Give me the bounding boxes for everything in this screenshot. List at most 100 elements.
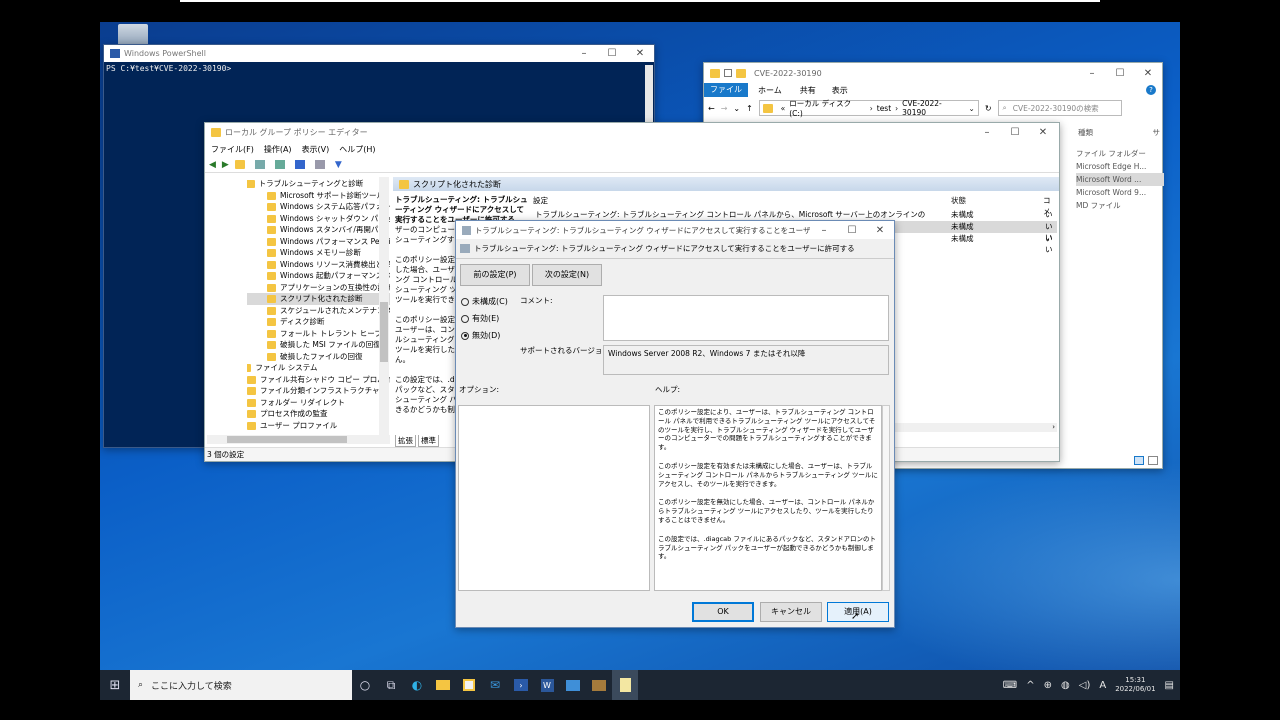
explorer-titlebar[interactable]: CVE-2022-30190 – ☐ ✕ xyxy=(704,63,1162,83)
tree-item[interactable]: ファイル共有シャドウ コピー プロバイダ xyxy=(247,374,390,386)
menu-help[interactable]: ヘルプ(H) xyxy=(339,144,375,155)
notification-icon[interactable]: ▤ xyxy=(1165,680,1174,691)
notepad-icon[interactable] xyxy=(612,670,638,700)
gpedit-titlebar[interactable]: ローカル グループ ポリシー エディター – ☐ ✕ xyxy=(205,123,1059,141)
powershell-icon[interactable]: › xyxy=(508,670,534,700)
close-icon[interactable]: ✕ xyxy=(1029,127,1057,138)
address-segment-test[interactable]: test xyxy=(877,104,891,113)
policy-dialog[interactable]: トラブルシューティング: トラブルシューティング ウィザードにアクセスして実行す… xyxy=(455,220,895,628)
new-folder-icon[interactable] xyxy=(736,68,746,78)
up-icon[interactable]: ↑ xyxy=(746,104,753,113)
tree-hscrollbar[interactable] xyxy=(207,435,390,444)
address-bar[interactable]: « ローカル ディスク (C:) › test › CVE-2022-30190… xyxy=(758,98,979,118)
back-icon[interactable]: ← xyxy=(708,104,715,113)
recent-icon[interactable]: ⌄ xyxy=(733,104,740,113)
radio-enabled[interactable]: 有効(E) xyxy=(461,310,508,327)
tree-item[interactable]: Windows メモリー診断 xyxy=(247,247,390,259)
chevron-down-icon[interactable]: ⌄ xyxy=(969,104,975,113)
col-header-type[interactable]: 種類 xyxy=(1078,127,1093,141)
policy-tree[interactable]: ⌄ トラブルシューティングと診断Microsoft サポート診断ツール Windo… xyxy=(207,177,390,443)
col-header-state[interactable]: 状態 xyxy=(951,195,966,206)
winrar-icon[interactable] xyxy=(586,670,612,700)
col-header-setting[interactable]: 設定 xyxy=(533,195,548,206)
radio-disabled[interactable]: 無効(D) xyxy=(461,327,508,344)
back-icon[interactable]: ◀ xyxy=(209,160,216,170)
tree-item[interactable]: フォルダー リダイレクト xyxy=(247,397,390,409)
radio-circle-selected[interactable] xyxy=(461,331,469,340)
minimize-icon[interactable]: – xyxy=(810,225,838,236)
word-icon[interactable]: W xyxy=(534,670,560,700)
tree-item[interactable]: スクリプト化された診断 xyxy=(247,293,390,305)
up-folder-icon[interactable] xyxy=(234,160,245,169)
keyboard-icon[interactable]: ⌨ xyxy=(1003,680,1017,691)
powershell-prompt[interactable]: PS C:¥test¥CVE-2022-30190> xyxy=(104,62,654,75)
tree-item[interactable]: Microsoft サポート診断ツール xyxy=(247,190,390,202)
clock[interactable]: 15:31 2022/06/01 xyxy=(1115,676,1155,694)
tree-item[interactable]: Windows シャットダウン パフォー xyxy=(247,213,390,225)
details-view-icon[interactable] xyxy=(1134,456,1144,465)
maximize-icon[interactable]: ☐ xyxy=(838,225,866,236)
menu-file[interactable]: ファイル(F) xyxy=(211,144,254,155)
show-hide-tree-icon[interactable] xyxy=(254,160,265,169)
tree-scrollbar[interactable] xyxy=(379,177,389,435)
export-icon[interactable] xyxy=(274,160,285,169)
help-icon[interactable]: ? xyxy=(1146,85,1156,95)
minimize-icon[interactable]: – xyxy=(1078,68,1106,79)
maximize-icon[interactable]: ☐ xyxy=(1001,127,1029,138)
ime-indicator[interactable]: A xyxy=(1099,680,1106,691)
tree-item[interactable]: アプリケーションの互換性の診断 xyxy=(247,282,390,294)
taskbar-search[interactable]: ⌕ ここに入力して検索 xyxy=(130,670,352,700)
tree-item[interactable]: Windows 起動パフォーマンス診 xyxy=(247,270,390,282)
ok-button[interactable]: OK xyxy=(692,602,754,622)
ribbon-tab-share[interactable]: 共有 xyxy=(792,85,824,96)
tree-item[interactable]: ユーザー プロファイル xyxy=(247,420,390,432)
chevron-right-icon[interactable]: › xyxy=(1052,423,1055,431)
address-segment-c[interactable]: ローカル ディスク (C:) xyxy=(789,98,866,118)
volume-icon[interactable]: ◁) xyxy=(1079,680,1091,691)
radio-not-configured[interactable]: 未構成(C) xyxy=(461,293,508,310)
menu-action[interactable]: 操作(A) xyxy=(264,144,292,155)
edge-icon[interactable]: ◐ xyxy=(404,670,430,700)
tree-item[interactable]: 破損したファイルの回復 xyxy=(247,351,390,363)
properties-icon[interactable] xyxy=(724,69,732,77)
tab-standard[interactable]: 標準 xyxy=(418,435,439,447)
tree-item[interactable]: ディスク診断 xyxy=(247,316,390,328)
language-icon[interactable]: ◍ xyxy=(1061,680,1070,691)
ribbon-tab-view[interactable]: 表示 xyxy=(824,85,856,96)
tree-item[interactable]: Windows システム応答パフォー xyxy=(247,201,390,213)
tree-item[interactable]: Windows スタンバイ/再開パフ xyxy=(247,224,390,236)
tree-item[interactable]: ファイル分類インフラストラクチャ xyxy=(247,385,390,397)
tree-item[interactable]: プロセス作成の監査 xyxy=(247,408,390,420)
store-icon[interactable] xyxy=(456,670,482,700)
help-icon[interactable] xyxy=(294,160,305,169)
tree-item[interactable]: フォールト トレラント ヒープ xyxy=(247,328,390,340)
options-pane[interactable] xyxy=(458,405,650,591)
tab-extended[interactable]: 拡張 xyxy=(395,435,416,447)
menu-view[interactable]: 表示(V) xyxy=(302,144,330,155)
maximize-icon[interactable]: ☐ xyxy=(1106,68,1134,79)
close-icon[interactable]: ✕ xyxy=(1134,68,1162,79)
previous-setting-button[interactable]: 前の設定(P) xyxy=(460,264,530,286)
minimize-icon[interactable]: – xyxy=(570,48,598,59)
help-scrollbar[interactable] xyxy=(882,405,890,591)
start-icon[interactable]: ⊞ xyxy=(100,670,130,700)
filter-icon[interactable]: ▼ xyxy=(335,160,342,170)
help-pane[interactable]: このポリシー設定により、ユーザーは、トラブルシューティング コントロール パネル… xyxy=(654,405,882,591)
close-icon[interactable]: ✕ xyxy=(866,225,894,236)
next-setting-button[interactable]: 次の設定(N) xyxy=(532,264,602,286)
refresh-icon[interactable]: ↻ xyxy=(985,104,992,113)
cancel-button[interactable]: キャンセル xyxy=(760,602,822,622)
forward-icon[interactable]: ▶ xyxy=(222,160,229,170)
chevron-up-icon[interactable]: ^ xyxy=(1026,680,1034,691)
mail-icon[interactable]: ✉ xyxy=(482,670,508,700)
tree-item[interactable]: Windows パフォーマンス PerfTr xyxy=(247,236,390,248)
recycle-bin-icon[interactable] xyxy=(118,24,148,46)
network-icon[interactable]: ⊕ xyxy=(1044,680,1052,691)
minimize-icon[interactable]: – xyxy=(973,127,1001,138)
file-explorer-icon[interactable] xyxy=(430,670,456,700)
comment-textarea[interactable] xyxy=(603,295,889,341)
ribbon-tab-file[interactable]: ファイル xyxy=(704,83,748,97)
radio-circle[interactable] xyxy=(461,314,469,323)
task-view-icon[interactable]: ⧉ xyxy=(378,670,404,700)
tree-item[interactable]: Windows リソース消費検出と解 xyxy=(247,259,390,271)
